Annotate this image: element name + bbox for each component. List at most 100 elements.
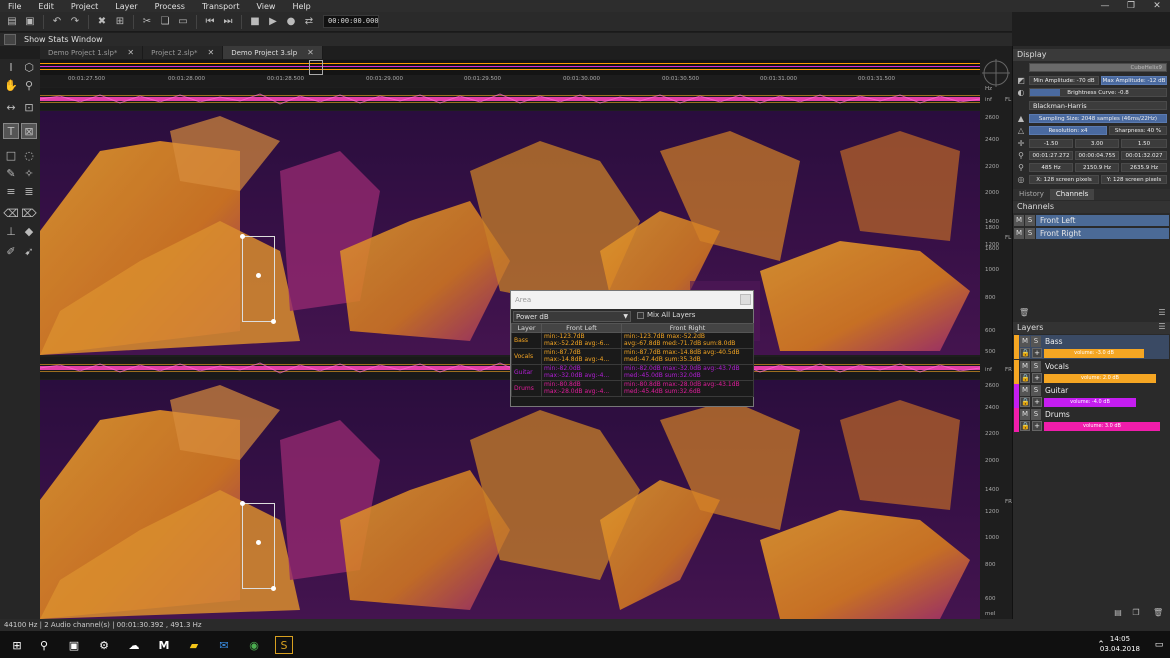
text-tool-icon[interactable]: T: [3, 123, 19, 139]
tab-history[interactable]: History: [1013, 189, 1050, 200]
menu-project[interactable]: Project: [63, 2, 107, 11]
duplicate-layer-icon[interactable]: ❐: [1131, 608, 1141, 618]
cube-tool-icon[interactable]: ⬡: [21, 59, 37, 75]
frame-select-tool-icon[interactable]: ⊡: [21, 99, 37, 115]
tab-channels[interactable]: Channels: [1049, 189, 1095, 200]
new-layer-icon[interactable]: ▤: [1113, 608, 1123, 618]
solo-button[interactable]: S: [1031, 384, 1041, 396]
mix-all-layers-checkbox[interactable]: [637, 312, 644, 319]
menu-layer[interactable]: Layer: [107, 2, 146, 11]
close-icon[interactable]: ✕: [307, 48, 314, 57]
layer-lock-icon[interactable]: 🔒: [1020, 348, 1030, 358]
waveform-front-left[interactable]: [40, 88, 980, 110]
menu-process[interactable]: Process: [147, 2, 194, 11]
gmail-icon[interactable]: M: [155, 636, 173, 654]
chrome-icon[interactable]: ◉: [245, 636, 263, 654]
overview-viewport[interactable]: [309, 60, 323, 75]
selection-handle[interactable]: [256, 273, 261, 278]
layer-guitar[interactable]: M S Guitar 🔒 + volume: -4.0 dB: [1014, 384, 1169, 408]
redo-icon[interactable]: ↷: [67, 14, 83, 30]
area-select-tool-icon[interactable]: ⊠: [21, 123, 37, 139]
freq-start-field[interactable]: 485 Hz: [1029, 163, 1073, 172]
loop-icon[interactable]: ⇄: [301, 14, 317, 30]
selection-handle[interactable]: [271, 586, 276, 591]
add-icon[interactable]: +: [1032, 397, 1042, 407]
value-field[interactable]: -1.50: [1029, 139, 1073, 148]
volume-bar[interactable]: volume: 2.0 dB: [1044, 373, 1156, 383]
add-icon[interactable]: +: [1032, 373, 1042, 383]
magic-wand-tool-icon[interactable]: ✧: [21, 165, 37, 181]
close-icon[interactable]: ✕: [1144, 0, 1170, 12]
selection-rectangle[interactable]: [242, 503, 275, 589]
window-function-select[interactable]: Blackman-Harris: [1029, 101, 1167, 110]
pencil-tool-icon[interactable]: ✐: [3, 243, 19, 259]
solo-button[interactable]: S: [1031, 408, 1041, 420]
tab-demo-project-3[interactable]: Demo Project 3.slp ✕: [223, 46, 323, 59]
undo-icon[interactable]: ↶: [49, 14, 65, 30]
mute-button[interactable]: M: [1020, 408, 1030, 420]
add-icon[interactable]: +: [1032, 348, 1042, 358]
volume-bar[interactable]: volume: -3.0 dB: [1044, 348, 1144, 358]
play-icon[interactable]: ▶: [265, 14, 281, 30]
show-stats-window-button[interactable]: Show Stats Window: [24, 35, 103, 44]
delete-icon[interactable]: 🗑: [1019, 308, 1029, 318]
cloud-icon[interactable]: ☁: [125, 636, 143, 654]
comb-tool-icon[interactable]: ≣: [21, 183, 37, 199]
value-field[interactable]: 3.00: [1075, 139, 1119, 148]
lasso-tool-icon[interactable]: ◌: [21, 147, 37, 163]
measure-select[interactable]: Power dB ▼: [513, 310, 631, 322]
crop-icon[interactable]: ⊞: [112, 14, 128, 30]
max-amplitude-field[interactable]: Max Amplitude: -12 dB: [1101, 76, 1167, 85]
copy-icon[interactable]: ❏: [157, 14, 173, 30]
fill-tool-icon[interactable]: ◆: [21, 223, 37, 239]
delete-layer-icon[interactable]: 🗑: [1153, 608, 1163, 618]
time-length-field[interactable]: 00:00:04.755: [1075, 151, 1119, 160]
record-icon[interactable]: ●: [283, 14, 299, 30]
maximize-icon[interactable]: ❐: [1118, 0, 1144, 12]
selection-handle[interactable]: [256, 540, 261, 545]
layer-lock-icon[interactable]: 🔒: [1020, 421, 1030, 431]
store-icon[interactable]: ▣: [65, 636, 83, 654]
selection-rectangle[interactable]: [242, 236, 275, 322]
volume-bar[interactable]: volume: -4.0 dB: [1044, 397, 1136, 407]
sampling-size-field[interactable]: Sampling Size: 2048 samples (46ms/22Hz): [1029, 114, 1167, 123]
area-dialog-titlebar[interactable]: Area: [511, 291, 753, 309]
stop-icon[interactable]: ■: [247, 14, 263, 30]
freq-end-field[interactable]: 2635.9 Hz: [1121, 163, 1167, 172]
spectralayers-icon[interactable]: S: [275, 636, 293, 654]
delete-icon[interactable]: ✖: [94, 14, 110, 30]
close-icon[interactable]: ✕: [127, 48, 134, 57]
menu-edit[interactable]: Edit: [30, 2, 63, 11]
time-end-field[interactable]: 00:01:32.027: [1121, 151, 1167, 160]
outlook-icon[interactable]: ✉: [215, 636, 233, 654]
close-icon[interactable]: [740, 294, 751, 305]
harmonic-tool-icon[interactable]: ≡: [3, 183, 19, 199]
mute-button[interactable]: M: [1020, 335, 1030, 347]
close-icon[interactable]: ✕: [208, 48, 215, 57]
tab-project-2[interactable]: Project 2.slp* ✕: [143, 46, 224, 59]
eraser-tool-icon[interactable]: ⌫: [3, 205, 19, 221]
selection-handle[interactable]: [240, 501, 245, 506]
clock[interactable]: 14:05 03.04.2018: [1100, 634, 1140, 654]
spectrogram-front-right[interactable]: [40, 380, 980, 619]
layer-drums[interactable]: M S Drums 🔒 + volume: 3.0 dB: [1014, 408, 1169, 432]
resolution-field[interactable]: Resolution: x4: [1029, 126, 1107, 135]
notifications-icon[interactable]: ▭: [1150, 636, 1168, 654]
skip-back-icon[interactable]: ⏮: [202, 14, 218, 30]
search-icon[interactable]: ⚲: [35, 636, 53, 654]
stats-window-icon[interactable]: [4, 34, 16, 45]
soft-eraser-tool-icon[interactable]: ⌦: [21, 205, 37, 221]
volume-bar[interactable]: volume: 3.0 dB: [1044, 421, 1160, 431]
pointer-tool-icon[interactable]: ➹: [21, 243, 37, 259]
text-cursor-tool-icon[interactable]: I: [3, 59, 19, 75]
menu-icon[interactable]: ☰: [1157, 322, 1167, 332]
mute-button[interactable]: M: [1014, 227, 1024, 239]
colormap-preset[interactable]: CubeHelix9: [1029, 63, 1167, 72]
layer-vocals[interactable]: M S Vocals 🔒 + volume: 2.0 dB: [1014, 360, 1169, 384]
brightness-curve-field[interactable]: Brightness Curve: -0.8: [1029, 88, 1167, 97]
tab-demo-project-1[interactable]: Demo Project 1.slp* ✕: [40, 46, 144, 59]
cut-icon[interactable]: ✂: [139, 14, 155, 30]
minimize-icon[interactable]: —: [1092, 0, 1118, 12]
menu-file[interactable]: File: [0, 2, 30, 11]
time-select-tool-icon[interactable]: ↔: [3, 99, 19, 115]
